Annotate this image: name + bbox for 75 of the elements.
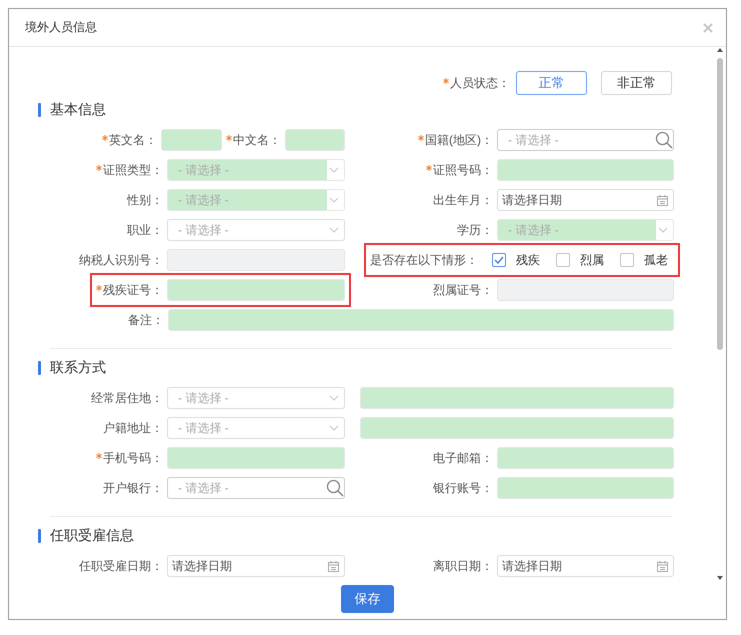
text-field[interactable] bbox=[497, 477, 674, 499]
select-field[interactable]: - 请选择 - bbox=[167, 387, 345, 409]
chevron-down-icon bbox=[329, 425, 339, 431]
field-label: 学历： bbox=[457, 222, 493, 238]
field-label: 备注： bbox=[128, 312, 164, 328]
calendar-icon bbox=[328, 560, 339, 572]
scroll-down-icon[interactable] bbox=[716, 575, 724, 581]
section-marker bbox=[38, 361, 41, 375]
section-marker bbox=[38, 103, 41, 117]
field-label: 国籍(地区)： bbox=[425, 132, 493, 148]
field-label: 残疾证号： bbox=[103, 282, 163, 298]
section-title: 联系方式 bbox=[50, 359, 106, 377]
field-label: 英文名： bbox=[109, 132, 157, 148]
text-field[interactable] bbox=[161, 129, 222, 151]
text-field[interactable] bbox=[167, 447, 345, 469]
text-field[interactable] bbox=[360, 417, 674, 439]
close-icon[interactable] bbox=[703, 22, 713, 32]
field-label: 证照号码： bbox=[433, 162, 493, 178]
scrollbar-thumb[interactable] bbox=[717, 58, 723, 350]
search-field[interactable]: - 请选择 - bbox=[167, 477, 345, 499]
text-field[interactable] bbox=[168, 309, 674, 331]
field-label: 是否存在以下情形： bbox=[370, 252, 478, 268]
text-field[interactable] bbox=[285, 129, 345, 151]
field-label: 手机号码： bbox=[103, 450, 163, 466]
status-option-button[interactable]: 非正常 bbox=[601, 71, 672, 95]
text-field[interactable] bbox=[360, 387, 674, 409]
select-field[interactable]: - 请选择 - bbox=[167, 159, 345, 181]
search-field[interactable]: - 请选择 - bbox=[497, 129, 674, 151]
text-field[interactable] bbox=[167, 279, 345, 301]
field-label: 户籍地址： bbox=[103, 420, 163, 436]
field-label: 烈属证号： bbox=[433, 282, 493, 298]
field-label: 开户银行： bbox=[103, 480, 163, 496]
chevron-down-icon bbox=[658, 227, 668, 233]
select-field[interactable]: - 请选择 - bbox=[167, 189, 345, 211]
date-field[interactable]: 请选择日期 bbox=[497, 555, 674, 577]
scroll-up-icon[interactable] bbox=[716, 47, 724, 53]
chevron-down-icon bbox=[329, 227, 339, 233]
select-field[interactable]: - 请选择 - bbox=[167, 417, 345, 439]
field-label: 银行账号： bbox=[433, 480, 493, 496]
field-label: 证照类型： bbox=[103, 162, 163, 178]
save-button[interactable]: 保存 bbox=[341, 585, 394, 613]
section-marker bbox=[38, 529, 41, 543]
text-field[interactable] bbox=[497, 159, 674, 181]
field-label: 离职日期： bbox=[433, 558, 493, 574]
section-title: 基本信息 bbox=[50, 101, 106, 119]
chevron-down-icon bbox=[329, 167, 339, 173]
checkbox-label: 孤老 bbox=[644, 252, 668, 268]
search-icon bbox=[326, 479, 344, 497]
field-label: 纳税人识别号： bbox=[79, 252, 163, 268]
chevron-down-icon bbox=[329, 395, 339, 401]
date-field[interactable]: 请选择日期 bbox=[497, 189, 674, 211]
date-field[interactable]: 请选择日期 bbox=[167, 555, 345, 577]
checkbox-label: 残疾 bbox=[516, 252, 540, 268]
field-label: 性别： bbox=[127, 192, 163, 208]
checkbox[interactable] bbox=[620, 253, 634, 267]
calendar-icon bbox=[657, 194, 668, 206]
calendar-icon bbox=[657, 560, 668, 572]
section-title: 任职受雇信息 bbox=[50, 527, 134, 545]
chevron-down-icon bbox=[329, 197, 339, 203]
select-field[interactable]: - 请选择 - bbox=[497, 219, 674, 241]
checkbox-label: 烈属 bbox=[580, 252, 604, 268]
select-field[interactable]: - 请选择 - bbox=[167, 219, 345, 241]
search-icon bbox=[655, 131, 673, 149]
field-label: 经常居住地： bbox=[91, 390, 163, 406]
dialog-title: 境外人员信息 bbox=[25, 19, 97, 36]
field-label: 人员状态： bbox=[450, 74, 510, 92]
checkbox[interactable] bbox=[492, 253, 506, 267]
text-field[interactable] bbox=[497, 447, 674, 469]
field-label: 任职受雇日期： bbox=[79, 558, 163, 574]
field-label: 职业： bbox=[127, 222, 163, 238]
field-label: 电子邮箱： bbox=[433, 450, 493, 466]
field-label: 出生年月： bbox=[433, 192, 493, 208]
field-label: 中文名： bbox=[233, 132, 281, 148]
status-option-button[interactable]: 正常 bbox=[516, 71, 587, 95]
checkbox[interactable] bbox=[556, 253, 570, 267]
